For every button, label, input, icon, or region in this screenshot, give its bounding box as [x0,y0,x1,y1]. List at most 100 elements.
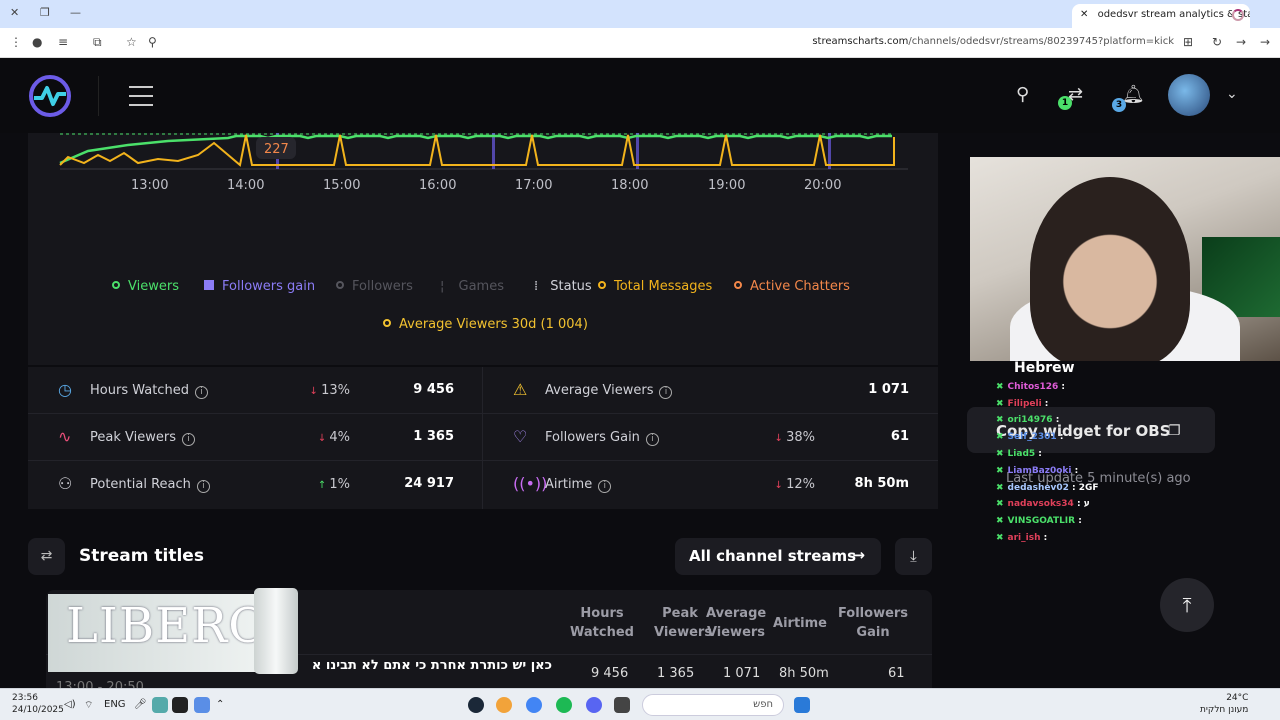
stat-peak-viewers: ∿ Peak Viewers i ↓ 4% 1 365 [58,427,454,446]
download-icon[interactable]: ⤓ [895,538,932,575]
legend-item-avg30d[interactable]: Average Viewers 30d (1 004) [383,317,588,332]
cell-average-viewers: 1 071 [723,666,761,681]
mic-icon[interactable]: 🎤︎ [134,699,147,710]
info-icon[interactable]: i [196,480,210,493]
legend-marker [734,281,742,289]
copy-icon[interactable]: ❐ [1168,423,1181,439]
stat-change: ↓ 4% [317,430,350,445]
stream-title-cell[interactable]: כאן יש כותרת אחרת כי אתם לא תבינו א [290,658,552,673]
chat-message: ✖ ori14976 : [996,415,1060,426]
legend-item[interactable]: Active Chatters [734,279,850,294]
language-indicator[interactable]: ENG [104,699,126,710]
legend-item[interactable]: Followers [336,279,413,294]
stat-change: ↓ 12% [774,477,815,492]
arrow-up-icon: ↑ [317,480,330,491]
volume-icon[interactable]: ◁) [64,699,76,710]
windows-start-icon[interactable] [794,697,810,713]
stat-change: ↓ 13% [309,383,350,398]
legend-label: Followers [352,279,413,294]
kick-badge-icon: ✖ [996,398,1004,409]
legend-item[interactable]: Viewers [112,279,179,294]
info-icon[interactable]: i [194,386,208,399]
app-icon[interactable] [496,697,512,713]
site-info-icon[interactable]: ⚲ [148,35,157,49]
chat-text: ע [1083,499,1090,510]
chat-message: ✖ Filipeli : [996,398,1049,409]
col-peak-viewers[interactable]: Peak Viewers [654,604,712,642]
col-followers-gain[interactable]: Followers Gain [836,604,910,642]
legend-item[interactable]: ¦ Games [440,279,504,294]
streamscharts-logo[interactable] [28,74,72,118]
kick-badge-icon: ✖ [996,465,1004,476]
wifi-icon[interactable]: ⌔ [84,699,93,712]
info-icon[interactable]: i [659,386,673,399]
chat-message: ✖ ari_ish : [996,533,1048,543]
bookmark-star-icon[interactable]: ☆ [126,35,137,49]
hamburger-menu-icon[interactable] [129,86,153,113]
close-tab-icon[interactable]: ✕ [1080,9,1088,20]
tray-app-icon[interactable] [172,697,188,713]
arrow-down-icon: ↓ [774,480,787,491]
col-airtime[interactable]: Airtime [772,614,828,633]
forward-icon[interactable]: → [1260,35,1270,49]
chat-text: 2GF [1078,482,1099,493]
col-average-viewers[interactable]: Average Viewers [706,604,766,642]
menu-dots-icon[interactable]: ⋮ [10,35,22,49]
chrome-icon[interactable] [526,697,542,713]
info-icon[interactable]: i [645,433,659,446]
col-hours-watched[interactable]: Hours Watched [566,604,638,642]
user-avatar[interactable] [1168,74,1210,116]
arrow-down-icon: ↓ [317,433,330,444]
chat-username: nadavsoks34 [1007,499,1074,510]
browser-tab[interactable]: ✕ odedsvr stream analytics & stat [1072,4,1250,28]
info-icon[interactable]: i [181,433,195,446]
close-window-icon[interactable]: ✕ [10,6,19,19]
scroll-to-top-button[interactable]: ⤒ [1160,578,1214,632]
url-field[interactable]: streamscharts.com/channels/odedsvr/strea… [812,36,1174,47]
stats-panel: ◷ Hours Watched i ↓ 13% 9 456 ⚠ Average Viewer… [28,367,938,509]
clock[interactable]: 23:56 24/10/2025 [12,692,64,716]
chat-username: Liad5 [1007,449,1036,459]
stat-icon: ◷ [58,380,72,399]
legend-item[interactable]: Followers gain [204,279,315,294]
x-tick-label: 13:00 [131,178,169,193]
spotify-icon[interactable] [556,697,572,713]
all-channel-streams-button[interactable]: All channel streams → [675,538,881,575]
x-tick-label: 19:00 [708,178,746,193]
tray-app-icon[interactable] [152,697,168,713]
tab-search-icon[interactable]: ⊞ [1183,35,1193,49]
profile-icon[interactable]: ● [32,35,42,49]
extensions-icon[interactable]: ⧉ [93,35,102,50]
steam-icon[interactable] [468,697,484,713]
restore-window-icon[interactable]: ❐ [40,6,50,19]
kick-badge-icon: ✖ [996,381,1004,392]
info-icon[interactable]: i [598,480,612,493]
legend-marker: ¦ [440,279,449,294]
reading-list-icon[interactable]: ≡ [58,35,68,49]
chat-username: VINSGOATLIR [1007,516,1076,527]
stat-airtime: ((•)) Airtime i ↓ 12% 8h 50m [513,474,909,493]
chat-message: ✖ nadavsoks34 : ע [996,499,1090,510]
legend-item[interactable]: Total Messages [598,279,712,294]
chat-username: Filipeli [1007,398,1042,409]
chat-message: ✖ dedashev02 : 2GF [996,482,1099,493]
chevron-down-icon[interactable]: ⌄ [1226,86,1238,102]
taskbar-search[interactable]: חפש [642,694,784,716]
minimize-window-icon[interactable]: — [70,6,81,19]
weather-widget[interactable]: 24°C מעונן חלקית [1200,692,1248,716]
stat-hours-watched: ◷ Hours Watched i ↓ 13% 9 456 [58,380,454,399]
back-icon[interactable]: → [1236,35,1246,49]
file-explorer-icon[interactable] [614,697,630,713]
search-icon[interactable]: ⚲ [1016,84,1029,105]
legend-item[interactable]: ⁞ Status [534,279,592,294]
legend-marker [112,281,120,289]
chat-username: dedashev02 [1007,482,1069,493]
tray-app-icon[interactable] [194,697,210,713]
reload-icon[interactable]: ↻ [1212,35,1222,49]
discord-icon[interactable] [586,697,602,713]
chevron-up-icon[interactable]: ⌃ [216,699,224,710]
cell-airtime: 8h 50m [779,666,829,681]
stat-average-viewers: ⚠ Average Viewers i 1 071 [513,380,909,399]
browser-tab-bar: ✕ ❐ — + ✕ odedsvr stream analytics & sta… [0,0,1280,28]
stat-followers-gain: ♡ Followers Gain i ↓ 38% 61 [513,427,909,446]
